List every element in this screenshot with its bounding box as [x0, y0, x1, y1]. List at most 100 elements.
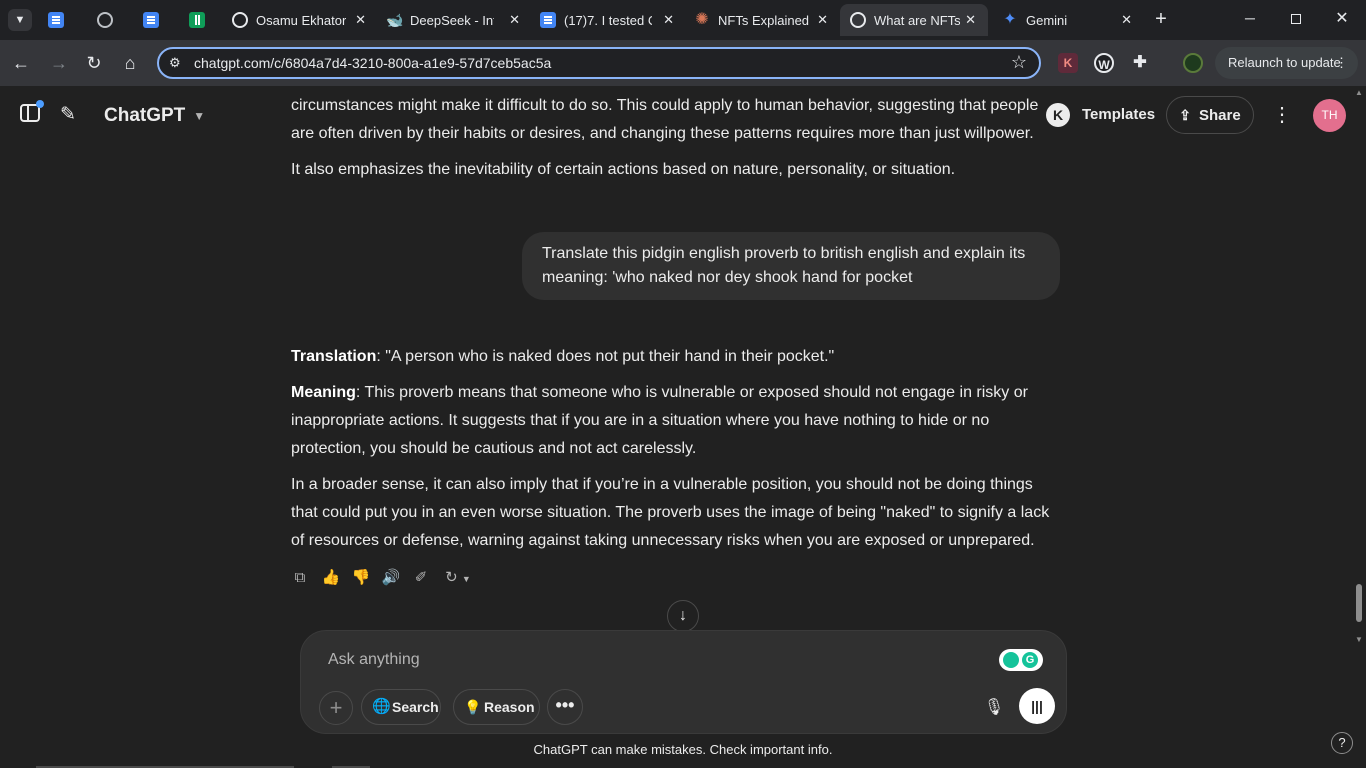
help-button[interactable]: ? — [1331, 732, 1353, 754]
copy-button[interactable]: ⧉ — [289, 567, 311, 589]
tab-globe[interactable] — [97, 4, 125, 36]
thumbs-up-button[interactable]: 👍 — [320, 567, 342, 589]
bookmark-star-icon[interactable]: ☆ — [1011, 52, 1027, 73]
chatgpt-icon — [850, 12, 866, 28]
meaning-line: protection, you should be cautious and n… — [291, 440, 697, 457]
more-options-button[interactable]: ⋮ — [1272, 102, 1292, 128]
k-badge-label: K — [1052, 107, 1064, 123]
prev-reply-line: are often driven by their habits or desi… — [291, 125, 1034, 142]
reload-button[interactable]: ↻ — [81, 50, 107, 76]
tab-osamu-ekhator[interactable]: Osamu Ekhator ✕ — [232, 4, 372, 36]
lightbulb-icon: 💡 — [464, 699, 482, 715]
tab-i-tested[interactable]: (17)7. I tested C ✕ — [540, 4, 680, 36]
reason-button[interactable]: 💡 Reason — [453, 689, 540, 725]
attach-button[interactable]: + — [319, 691, 353, 725]
tab-title: DeepSeek - Into — [410, 12, 494, 28]
sidebar-toggle-button[interactable] — [20, 100, 44, 126]
user-message-bubble: Translate this pidgin english proverb to… — [522, 232, 1060, 300]
tab-google-sheets[interactable] — [189, 4, 217, 36]
google-docs-icon — [48, 12, 64, 28]
scrollbar-thumb[interactable] — [1356, 584, 1362, 622]
tab-deepseek[interactable]: 🐋 DeepSeek - Into ✕ — [386, 4, 526, 36]
scrollbar[interactable]: ▲ ▼ — [1352, 86, 1366, 648]
prev-reply-line: It also emphasizes the inevitability of … — [291, 161, 956, 178]
edit-in-canvas-button[interactable]: ✐ — [410, 567, 432, 589]
tab-google-docs-2[interactable] — [143, 4, 171, 36]
extensions-puzzle-icon[interactable]: ✚ — [1130, 53, 1150, 73]
tab-what-are-nfts[interactable]: What are NFTs ✕ — [840, 4, 988, 36]
notification-dot — [36, 100, 44, 108]
disclaimer-text: ChatGPT can make mistakes. Check importa… — [533, 742, 833, 757]
forward-button[interactable]: → — [46, 50, 72, 76]
address-bar[interactable]: ⚙ chatgpt.com/c/6804a7d4-3210-800a-a1e9-… — [157, 47, 1041, 79]
minimize-button[interactable]: ─ — [1236, 10, 1264, 30]
more-tools-button[interactable]: ••• — [547, 689, 583, 725]
tab-close-icon[interactable]: ✕ — [509, 12, 520, 28]
regenerate-icon: ↻ — [445, 569, 458, 586]
tab-gemini[interactable]: ✦ Gemini ✕ — [1002, 4, 1138, 36]
share-label: Share — [1199, 106, 1241, 124]
tab-close-icon[interactable]: ✕ — [965, 12, 976, 28]
google-docs-icon — [143, 12, 159, 28]
chevron-down-icon: ▼ — [461, 574, 471, 584]
thumbs-down-button[interactable]: 👎 — [350, 567, 372, 589]
browser-tab-strip: ▼ Osamu Ekhator ✕ 🐋 DeepSeek - Into ✕ (1… — [0, 0, 1366, 40]
home-button[interactable]: ⌂ — [117, 50, 143, 76]
broader-line: of resources or defense, warning against… — [291, 532, 1035, 549]
home-icon: ⌂ — [124, 53, 136, 73]
tab-close-icon[interactable]: ✕ — [663, 12, 674, 28]
grammarly-icon[interactable]: G — [999, 649, 1043, 671]
templates-button[interactable]: Templates — [1082, 106, 1155, 123]
scroll-to-bottom-button[interactable]: ↓ — [667, 600, 699, 632]
extension-w-icon[interactable]: W — [1094, 53, 1114, 73]
translation-label: Translation — [291, 348, 377, 365]
model-selector[interactable]: ChatGPT ▼ — [104, 104, 205, 128]
tab-title: Osamu Ekhator — [256, 12, 346, 28]
share-icon: ⇪ — [1179, 106, 1192, 123]
avatar[interactable]: TH — [1313, 99, 1346, 132]
reason-label: Reason — [484, 699, 535, 715]
voice-mode-button[interactable]: ||| — [1019, 688, 1055, 724]
restore-button[interactable] — [1282, 10, 1310, 30]
read-aloud-button[interactable]: 🔊 — [380, 567, 402, 589]
app-title: ChatGPT — [104, 105, 186, 126]
meaning-line: : This proverb means that someone who is… — [355, 384, 1028, 401]
search-button[interactable]: 🌐 Search — [361, 689, 441, 725]
tab-close-icon[interactable]: ✕ — [355, 12, 366, 28]
tab-close-icon[interactable]: ✕ — [817, 12, 828, 28]
tab-search-button[interactable]: ▼ — [8, 9, 32, 31]
tab-nfts-explained[interactable]: ✺ NFTs Explained ✕ — [694, 4, 834, 36]
composer: G + 🌐 Search 💡 Reason ••• 🎙 ||| — [300, 630, 1067, 734]
user-message-text: Translate this pidgin english proverb to… — [542, 242, 1025, 290]
close-window-button[interactable]: ✕ — [1328, 8, 1356, 30]
tab-close-icon[interactable]: ✕ — [1121, 12, 1132, 28]
microphone-icon: 🎙 — [983, 699, 1005, 716]
extension-k-icon[interactable]: K — [1058, 53, 1078, 73]
chevron-down-icon: ▼ — [193, 109, 206, 123]
share-button[interactable]: ⇪ Share — [1166, 96, 1254, 134]
profile-icon[interactable] — [1183, 53, 1203, 73]
new-chat-button[interactable]: ✎ — [60, 103, 84, 127]
relaunch-to-update-button[interactable]: Relaunch to update ⋮ — [1215, 47, 1358, 79]
prompt-input[interactable] — [328, 648, 968, 672]
url-text[interactable]: chatgpt.com/c/6804a7d4-3210-800a-a1e9-57… — [194, 55, 551, 71]
arrow-down-icon: ↓ — [679, 607, 687, 624]
translation-text: : "A person who is naked does not put th… — [376, 348, 835, 365]
more-vert-icon: ⋮ — [1272, 104, 1292, 126]
meaning-label: Meaning — [291, 384, 356, 401]
more-vert-icon: ⋮ — [1335, 55, 1348, 70]
site-info-icon[interactable]: ⚙ — [169, 55, 181, 71]
k-extension-badge[interactable]: K — [1046, 103, 1070, 127]
scroll-down-arrow-icon[interactable]: ▼ — [1355, 635, 1363, 644]
dictate-button[interactable]: 🎙 — [979, 693, 1009, 723]
restore-icon — [1291, 14, 1301, 24]
pen-icon: ✐ — [414, 569, 428, 586]
new-tab-button[interactable]: + — [1151, 8, 1171, 30]
scroll-up-arrow-icon[interactable]: ▲ — [1355, 88, 1363, 97]
deepseek-icon: 🐋 — [386, 12, 404, 28]
regenerate-button[interactable]: ↻ ▼ — [440, 567, 476, 589]
tab-google-docs-1[interactable] — [48, 4, 76, 36]
back-button[interactable]: ← — [8, 50, 34, 76]
user-message-line: meaning: 'who naked nor dey shook hand f… — [542, 269, 913, 286]
help-icon: ? — [1338, 735, 1346, 750]
